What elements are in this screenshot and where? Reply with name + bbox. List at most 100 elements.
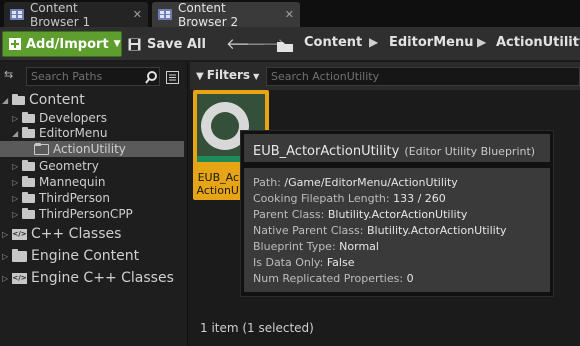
- tree-label: EditorMenu: [39, 126, 108, 140]
- tree-item-developers[interactable]: ▷ Developers: [12, 111, 107, 125]
- tooltip-value: Blutility.ActorActionUtility: [366, 224, 507, 237]
- view-options-icon[interactable]: [166, 69, 179, 88]
- tooltip-row-replicated: Num Replicated Properties: 0: [253, 272, 414, 285]
- collapsed-arrow-icon: ▷: [12, 177, 19, 187]
- tab-content-browser-1[interactable]: Content Browser 1 ✕: [4, 0, 148, 29]
- tooltip-row-parent-class: Parent Class: Blutility.ActorActionUtili…: [253, 208, 467, 221]
- tree-item-engine-content[interactable]: ▷ Engine Content: [2, 248, 139, 264]
- filters-label: Filters: [206, 68, 251, 82]
- breadcrumb-content[interactable]: Content: [304, 35, 362, 50]
- tooltip-value: Blutility.ActorActionUtility: [327, 208, 468, 221]
- search-icon: [145, 69, 158, 88]
- tooltip-row-cooking-length: Cooking Filepath Length: 133 / 260: [253, 192, 446, 205]
- tooltip-key: Native Parent Class:: [253, 224, 364, 237]
- asset-name-line1: EUB_Ac: [197, 171, 239, 184]
- collapsed-arrow-icon: ▷: [2, 229, 9, 239]
- close-icon[interactable]: ✕: [133, 8, 142, 21]
- content-browser-tab-icon: [158, 9, 172, 20]
- tree-item-mannequin[interactable]: ▷ Mannequin: [12, 175, 105, 189]
- breadcrumb-separator-icon[interactable]: ▶: [477, 35, 486, 49]
- tooltip-asset-name: EUB_ActorActionUtility: [253, 144, 400, 159]
- tab-content-browser-2[interactable]: Content Browser 2 ✕: [152, 0, 300, 29]
- dropdown-arrow-icon: ▼: [113, 39, 121, 49]
- tab-label: Content Browser 1: [30, 0, 91, 29]
- folder-icon: [22, 159, 35, 171]
- search-paths-input[interactable]: Search Paths: [26, 67, 160, 86]
- code-folder-icon: </>: [12, 272, 27, 284]
- tree-item-editormenu[interactable]: ◢ EditorMenu: [12, 126, 107, 140]
- save-all-button[interactable]: Save All: [128, 31, 206, 57]
- tree-item-geometry[interactable]: ▷ Geometry: [12, 159, 99, 173]
- close-icon[interactable]: ✕: [285, 8, 294, 21]
- tab-label: Content Browser 2: [178, 0, 239, 29]
- collapsed-arrow-icon: ▷: [12, 161, 19, 171]
- tooltip-value: /Game/EditorMenu/ActionUtility: [284, 176, 458, 189]
- add-import-button[interactable]: Add/Import ▼: [2, 31, 122, 57]
- tree-item-thirdpersoncpp[interactable]: ▷ ThirdPersonCPP: [12, 207, 133, 221]
- tooltip-value: Normal: [339, 240, 379, 253]
- tooltip-key: Path:: [253, 176, 281, 189]
- tree-label: ThirdPerson: [39, 191, 110, 205]
- tree-label: Engine C++ Classes: [31, 270, 174, 286]
- tree-item-cpp-classes[interactable]: ▷ </> C++ Classes: [2, 226, 121, 242]
- tree-item-thirdperson[interactable]: ▷ ThirdPerson: [12, 191, 110, 205]
- tree-item-engine-cpp-classes[interactable]: ▷ </> Engine C++ Classes: [2, 270, 174, 286]
- tree-label: C++ Classes: [31, 226, 122, 242]
- code-folder-icon: </>: [12, 228, 27, 240]
- tooltip-value: 0: [406, 272, 414, 285]
- dropdown-arrow-icon: ▼: [253, 72, 260, 81]
- folder-icon: [12, 248, 27, 262]
- tree-label: Content: [29, 92, 85, 108]
- tree-item-actionutility[interactable]: ActionUtility: [34, 142, 126, 156]
- collapsed-arrow-icon: ▷: [12, 113, 19, 123]
- tooltip-title: EUB_ActorActionUtility (Editor Utility B…: [253, 140, 535, 159]
- collapsed-arrow-icon: ▷: [12, 209, 19, 219]
- tooltip-key: Cooking Filepath Length:: [253, 192, 390, 205]
- tree-item-content[interactable]: ◢ Content: [2, 92, 85, 108]
- content-browser-tab-icon: [10, 9, 24, 20]
- folder-icon: [22, 111, 35, 123]
- breadcrumb-separator-icon[interactable]: ▶: [369, 35, 378, 49]
- add-icon: [9, 38, 21, 50]
- expanded-arrow-icon: ◢: [2, 95, 9, 105]
- collapsed-arrow-icon: ▷: [2, 273, 9, 283]
- asset-name-line2: ActionU: [196, 184, 239, 197]
- search-assets-input[interactable]: Search ActionUtility: [266, 67, 580, 86]
- collapsed-arrow-icon: ▷: [2, 251, 9, 261]
- tooltip-value: False: [326, 256, 355, 269]
- tooltip-key: Is Data Only:: [253, 256, 324, 269]
- add-import-label: Add/Import: [26, 36, 109, 52]
- folder-icon: [277, 37, 293, 56]
- folder-icon: [22, 207, 35, 219]
- tree-label: Engine Content: [31, 248, 140, 264]
- folder-icon: [12, 93, 25, 105]
- filter-icon: ▼: [196, 71, 204, 82]
- tooltip-key: Parent Class:: [253, 208, 325, 221]
- save-all-label: Save All: [147, 36, 206, 52]
- tree-label: ThirdPersonCPP: [39, 207, 133, 221]
- tooltip-row-blueprint-type: Blueprint Type: Normal: [253, 240, 379, 253]
- folder-icon: [22, 126, 35, 138]
- filters-button[interactable]: ▼ Filters ▼: [196, 68, 259, 82]
- tree-label: Mannequin: [39, 175, 106, 189]
- tooltip-asset-type: (Editor Utility Blueprint): [404, 145, 536, 158]
- tooltip-key: Num Replicated Properties:: [253, 272, 404, 285]
- tree-label: Geometry: [39, 159, 99, 173]
- tooltip-row-path: Path: /Game/EditorMenu/ActionUtility: [253, 176, 458, 189]
- collapse-arrows-icon[interactable]: ⇆: [4, 68, 13, 81]
- tooltip-value: 133 / 260: [393, 192, 446, 205]
- breadcrumb-editormenu[interactable]: EditorMenu: [389, 35, 473, 50]
- folder-icon: [22, 175, 35, 187]
- tree-label: ActionUtility: [53, 142, 126, 156]
- collapsed-arrow-icon: ▷: [12, 193, 19, 203]
- folder-icon: [22, 191, 35, 203]
- asset-name-label: EUB_Ac ActionU: [193, 171, 239, 197]
- expanded-arrow-icon: ◢: [12, 128, 19, 138]
- tooltip-key: Blueprint Type:: [253, 240, 336, 253]
- folder-icon: [34, 142, 49, 155]
- tree-label: Developers: [39, 111, 107, 125]
- item-count-status: 1 item (1 selected): [200, 321, 314, 335]
- tooltip-row-native-parent: Native Parent Class: Blutility.ActorActi…: [253, 224, 507, 237]
- tooltip-row-data-only: Is Data Only: False: [253, 256, 354, 269]
- breadcrumb-actionutility[interactable]: ActionUtility: [496, 35, 580, 50]
